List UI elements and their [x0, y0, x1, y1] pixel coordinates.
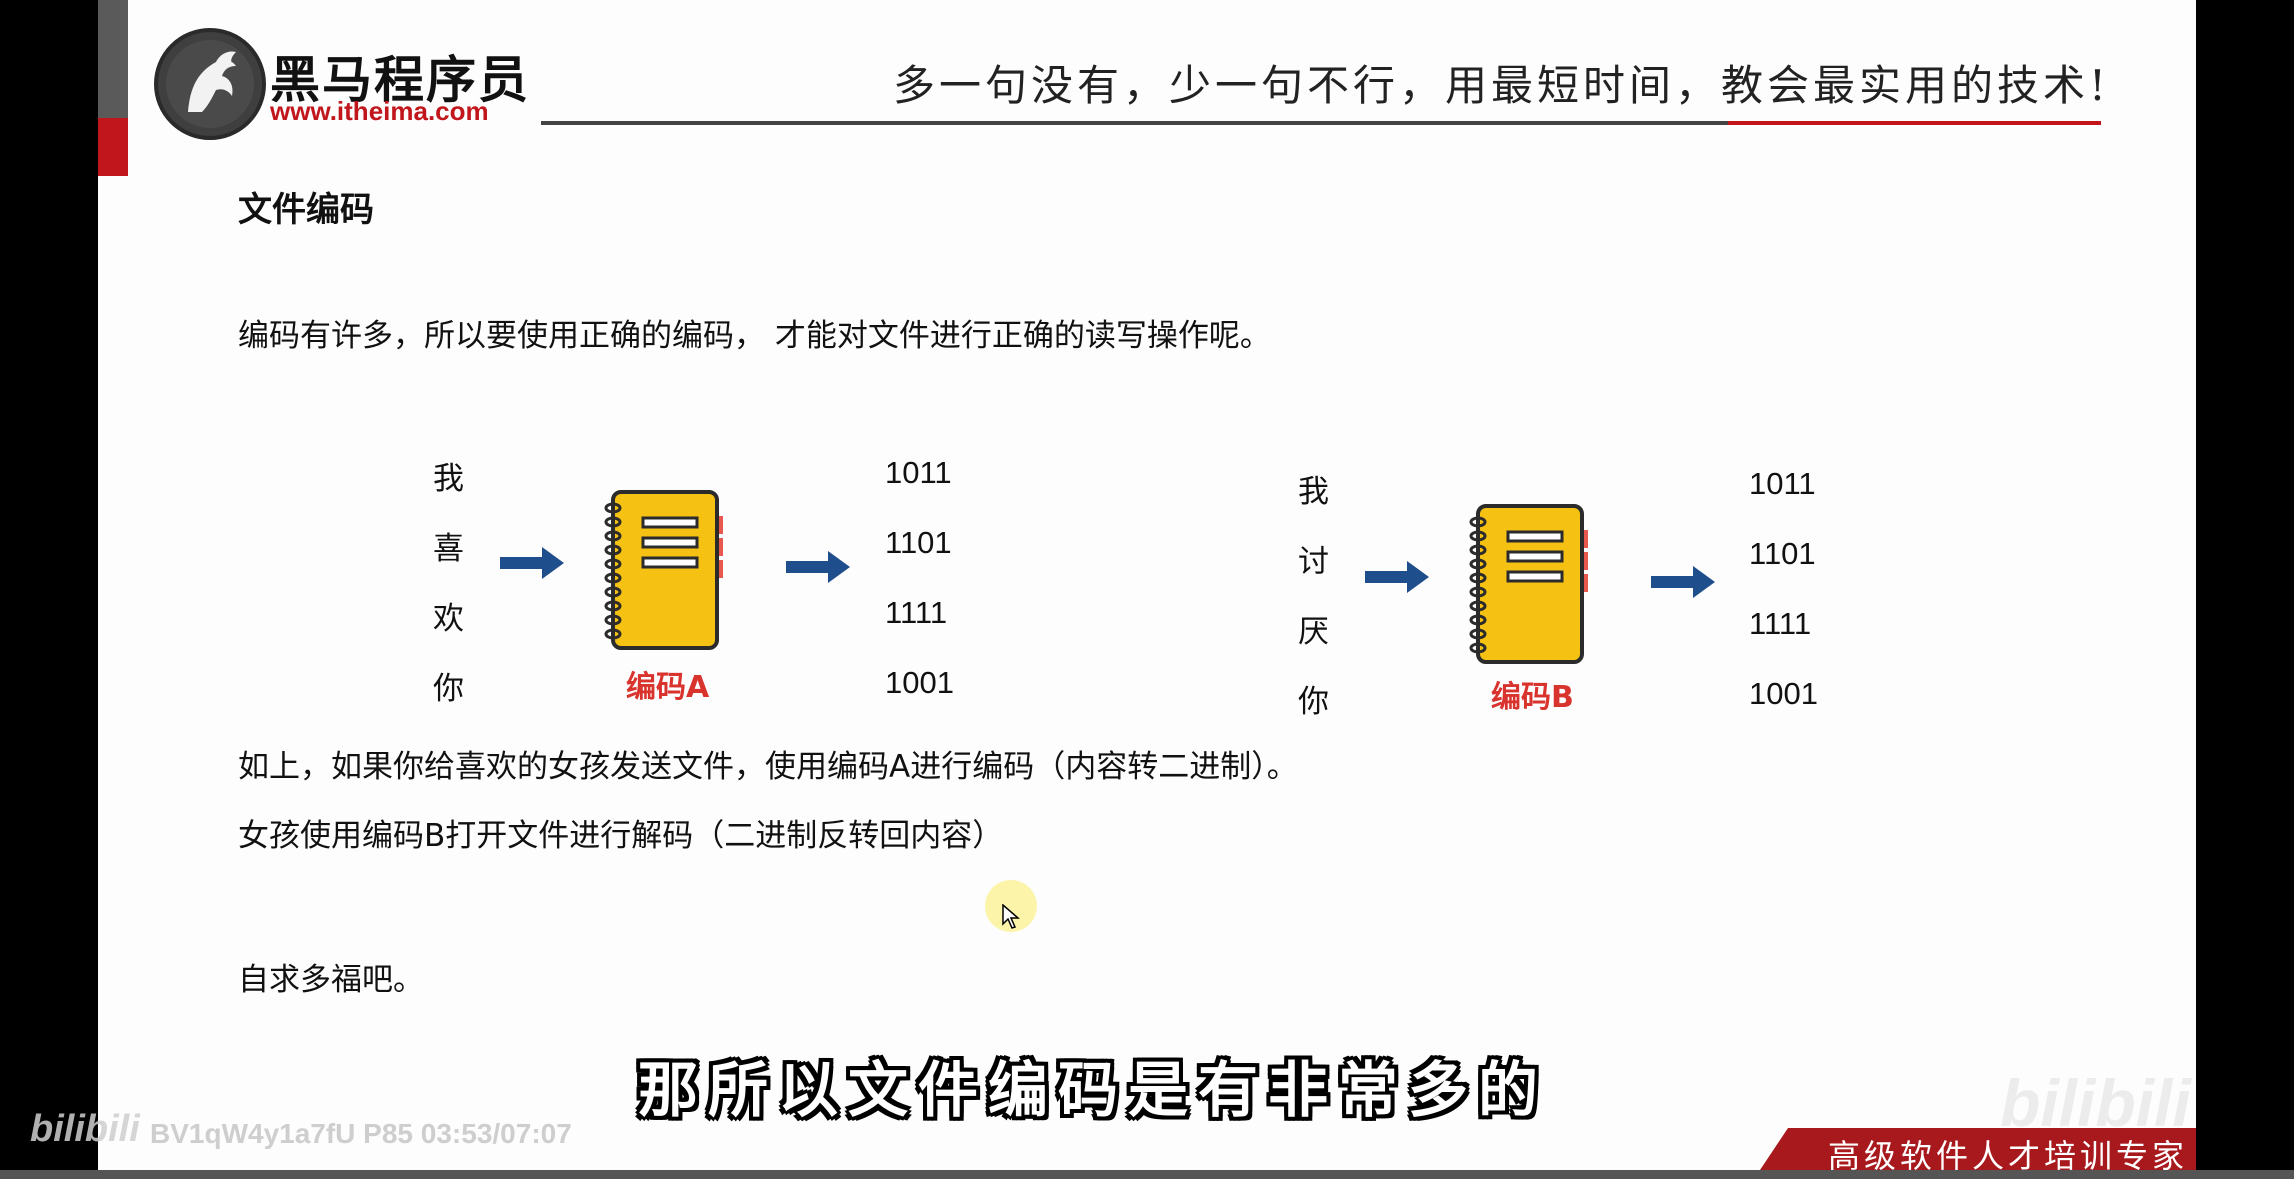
- explanation-line-3: 自求多福吧。: [238, 962, 424, 998]
- binary-value: 1111: [1749, 606, 1812, 641]
- intro-text: 编码有许多，所以要使用正确的编码， 才能对文件进行正确的读写操作呢。: [238, 318, 1271, 354]
- arrow-right-icon: [500, 547, 564, 579]
- player-bottom-strip: [0, 1170, 2294, 1179]
- video-id-timestamp: BV1qW4y1a7fU P85 03:53/07:07: [150, 1118, 572, 1149]
- input-char: 你: [433, 671, 464, 707]
- binary-value: 1011: [1749, 466, 1816, 501]
- input-char: 讨: [1298, 544, 1329, 580]
- explanation-line-2: 女孩使用编码B打开文件进行解码（二进制反转回内容）: [238, 818, 1004, 854]
- horse-logo-icon: [154, 28, 266, 140]
- slide-title: 文件编码: [238, 190, 374, 230]
- input-char: 你: [1298, 684, 1329, 720]
- input-char: 我: [433, 461, 464, 497]
- notebook-icon: [604, 490, 723, 650]
- input-char: 厌: [1298, 614, 1329, 650]
- binary-value: 1111: [885, 595, 948, 630]
- video-subtitle: 那所以文件编码是有非常多的: [638, 1056, 1548, 1126]
- arrow-right-icon: [786, 551, 850, 583]
- notebook-icon: [1469, 504, 1588, 664]
- left-accent-bar: [98, 0, 128, 118]
- bilibili-watermark-left: bilibili: [30, 1108, 140, 1150]
- arrow-right-icon: [1651, 566, 1715, 598]
- explanation-line-1: 如上，如果你给喜欢的女孩发送文件，使用编码A进行编码（内容转二进制）。: [238, 749, 1298, 785]
- encoding-label: 编码B: [1491, 680, 1574, 715]
- brand-url: www.itheima.com: [270, 96, 489, 126]
- encoding-label: 编码A: [626, 670, 710, 705]
- input-char: 欢: [433, 601, 464, 637]
- bilibili-watermark-right: bilibili: [2000, 1066, 2191, 1140]
- header-divider-accent: [1728, 121, 2101, 125]
- binary-value: 1101: [885, 525, 952, 560]
- input-char: 喜: [433, 531, 464, 567]
- mouse-cursor-icon: [1002, 904, 1020, 929]
- left-accent-bar-red: [98, 118, 128, 176]
- binary-value: 1001: [1749, 676, 1818, 711]
- binary-value: 1001: [885, 665, 954, 700]
- input-char: 我: [1298, 474, 1329, 510]
- binary-value: 1011: [885, 455, 952, 490]
- binary-value: 1101: [1749, 536, 1816, 571]
- slogan: 多一句没有，少一句不行，用最短时间，教会最实用的技术!: [893, 61, 2110, 110]
- arrow-right-icon: [1365, 561, 1429, 593]
- slide-canvas: 黑马程序员 www.itheima.com 多一句没有，少一句不行，用最短时间，…: [98, 0, 2196, 1170]
